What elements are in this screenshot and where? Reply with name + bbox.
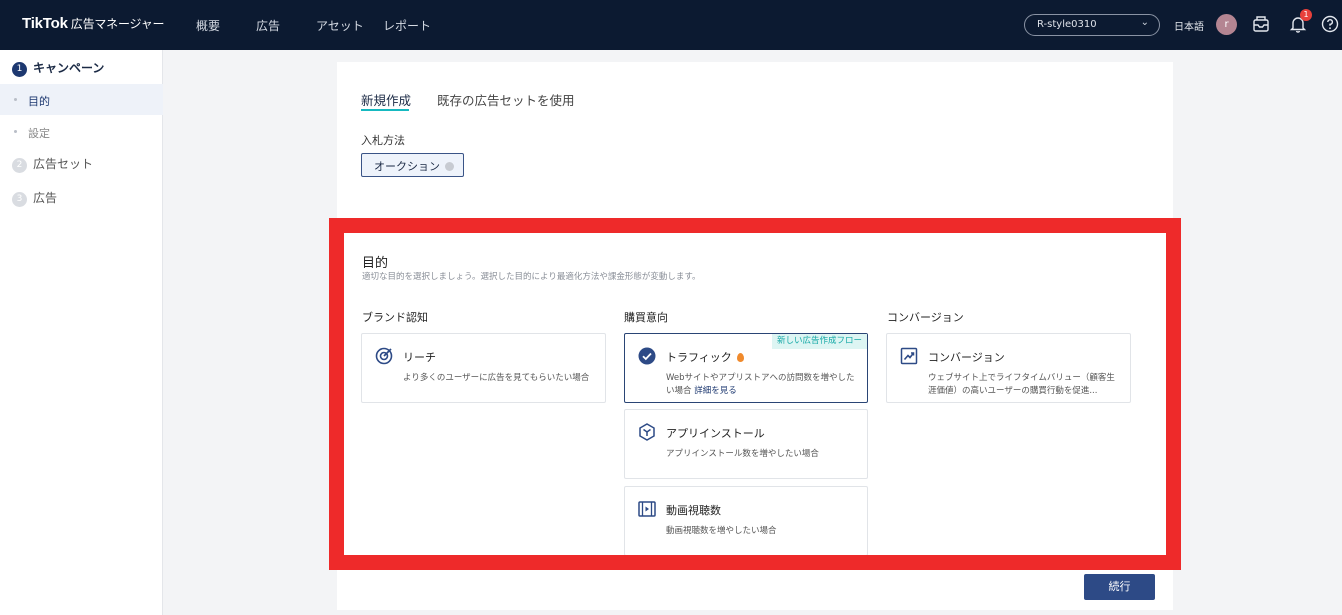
objective-card-reach[interactable]: リーチ より多くのユーザーに広告を見てもらいたい場合: [361, 333, 606, 403]
tiktok-logo[interactable]: TikTok 広告マネージャー: [22, 15, 165, 32]
step-number: 1: [12, 62, 27, 77]
top-bar: TikTok 広告マネージャー 概要 広告 アセット レポート R-style03…: [0, 0, 1342, 50]
target-icon: [375, 347, 393, 365]
bid-method-value: オークション: [374, 160, 440, 173]
objective-card-traffic[interactable]: 新しい広告作成フロー トラフィック Webサイトやアプリストアへの訪問数を増やし…: [624, 333, 868, 403]
tab-existing-adset[interactable]: 既存の広告セットを使用: [437, 90, 575, 109]
account-name: R-style0310: [1037, 19, 1097, 30]
step-number: 2: [12, 158, 27, 173]
card-title: アプリインストール: [666, 427, 765, 440]
objective-card-conversion[interactable]: コンバージョン ウェブサイト上でライフタイムバリュー（顧客生涯価値）の高いユーザ…: [886, 333, 1131, 403]
card-description: 動画視聴数を増やしたい場合: [666, 526, 777, 536]
sidebar-item-label: 設定: [28, 127, 50, 140]
card-description: ウェブサイト上でライフタイムバリュー（顧客生涯価値）の高いユーザーの購買行動を促…: [928, 373, 1115, 396]
creation-panel: 新規作成 既存の広告セットを使用 入札方法 オークション: [337, 62, 1173, 212]
column-brand-awareness: ブランド認知: [362, 311, 428, 324]
objective-title: 目的: [362, 256, 389, 271]
card-title: コンバージョン: [928, 351, 1005, 364]
sidebar-item-label: 目的: [28, 95, 50, 108]
nav-reports[interactable]: レポート: [383, 17, 431, 34]
card-description: より多くのユーザーに広告を見てもらいたい場合: [403, 373, 590, 383]
new-flow-badge: 新しい広告作成フロー: [771, 334, 867, 349]
sidebar: 1 キャンペーン 目的 設定 2 広告セット 3 広告: [0, 50, 163, 615]
sidebar-step-adset[interactable]: 2 広告セット: [12, 155, 93, 173]
step-label: キャンペーン: [33, 61, 105, 75]
sidebar-step-campaign[interactable]: 1 キャンペーン: [12, 59, 104, 77]
bullet-dot: [14, 98, 17, 101]
card-description: Webサイトやアプリストアへの訪問数を増やしたい場合 詳細を見る: [666, 372, 858, 398]
nav-ads[interactable]: 広告: [256, 17, 280, 34]
column-consideration: 購買意向: [624, 311, 668, 324]
column-conversion: コンバージョン: [887, 311, 964, 324]
tab-new[interactable]: 新規作成: [361, 90, 411, 109]
info-icon[interactable]: [445, 162, 454, 171]
account-selector[interactable]: R-style0310 ⌄: [1024, 14, 1160, 36]
trend-chart-icon: [900, 347, 918, 365]
objective-description: 適切な目的を選択しましょう。選択した目的により最適化方法や課金形態が変動します。: [362, 272, 701, 282]
logo-subtitle: 広告マネージャー: [70, 17, 165, 31]
bullet-dot: [14, 130, 17, 133]
objective-card-video-views[interactable]: 動画視聴数 動画視聴数を増やしたい場合: [624, 486, 868, 556]
video-film-icon: [638, 501, 656, 517]
card-title: リーチ: [403, 351, 436, 364]
continue-button[interactable]: 続行: [1084, 574, 1155, 600]
sidebar-item-settings[interactable]: 設定: [0, 116, 163, 147]
help-icon[interactable]: [1320, 14, 1340, 34]
fire-icon: [736, 353, 744, 362]
card-title: 動画視聴数: [666, 504, 721, 517]
nav-overview[interactable]: 概要: [196, 17, 220, 34]
card-title-row: トラフィック: [666, 349, 744, 365]
learn-more-link[interactable]: 詳細を見る: [694, 386, 737, 396]
objective-card-app-install[interactable]: アプリインストール アプリインストール数を増やしたい場合: [624, 409, 868, 479]
step-number: 3: [12, 192, 27, 207]
check-circle-icon: [638, 347, 656, 365]
nav-assets[interactable]: アセット: [316, 17, 364, 34]
bid-method-auction-button[interactable]: オークション: [361, 153, 464, 177]
bid-method-label: 入札方法: [361, 134, 405, 147]
card-description: アプリインストール数を増やしたい場合: [666, 449, 819, 459]
app-cube-icon: [639, 423, 655, 441]
sidebar-step-ad[interactable]: 3 広告: [12, 189, 57, 207]
tab-underline: [361, 109, 409, 111]
language-switch[interactable]: 日本語: [1174, 18, 1204, 33]
sidebar-item-objective[interactable]: 目的: [0, 84, 163, 115]
avatar[interactable]: r: [1216, 14, 1237, 35]
card-title: トラフィック: [666, 351, 732, 364]
chevron-down-icon: ⌄: [1140, 17, 1149, 28]
logo-text: TikTok: [22, 15, 68, 32]
step-label: 広告: [33, 191, 58, 205]
step-label: 広告セット: [33, 157, 94, 171]
inbox-icon[interactable]: [1251, 14, 1271, 34]
notification-badge: 1: [1300, 9, 1312, 21]
